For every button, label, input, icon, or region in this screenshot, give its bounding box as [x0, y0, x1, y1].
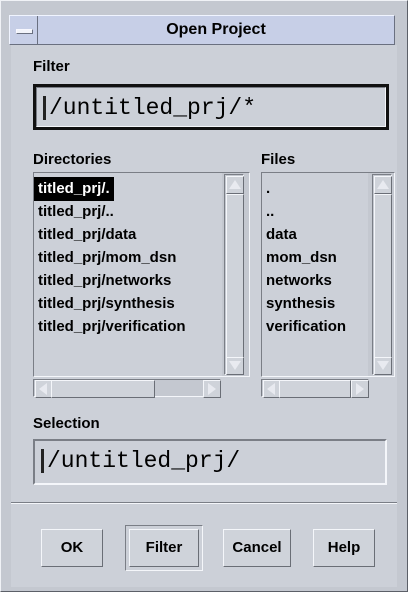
scroll-left-arrow[interactable] — [263, 380, 280, 398]
window-menu-icon — [16, 29, 33, 34]
directory-list-item[interactable]: titled_prj/networks — [34, 269, 222, 293]
separator — [11, 502, 397, 504]
scroll-down-arrow[interactable] — [226, 357, 244, 375]
file-list-item[interactable]: mom_dsn — [262, 246, 368, 270]
filter-input[interactable]: /untitled_prj/* — [33, 84, 389, 130]
scroll-thumb[interactable] — [279, 380, 351, 398]
dialog-body: Filter /untitled_prj/* Directories Files… — [11, 45, 397, 587]
directories-list[interactable]: titled_prj/. titled_prj/.. titled_prj/data… — [34, 173, 222, 376]
directories-panel: titled_prj/. titled_prj/.. titled_prj/data… — [33, 172, 250, 377]
scroll-thumb[interactable] — [226, 194, 244, 358]
file-list-item[interactable]: verification — [262, 315, 368, 339]
filter-input-text: /untitled_prj/* — [49, 95, 257, 121]
files-list[interactable]: ... data mom_dsn networks synthesis verificat… — [262, 173, 368, 376]
file-list-item[interactable]: synthesis — [262, 292, 368, 316]
selection-input[interactable]: /untitled_prj/ — [33, 439, 387, 485]
directory-list-item[interactable]: titled_prj/. — [34, 177, 114, 201]
scroll-left-arrow[interactable] — [35, 380, 52, 398]
window-menu-button[interactable] — [10, 16, 38, 44]
file-list-item[interactable]: data — [262, 223, 368, 247]
directory-list-item[interactable]: titled_prj/data — [34, 223, 222, 247]
scroll-thumb[interactable] — [374, 194, 392, 358]
files-vscrollbar[interactable] — [372, 174, 392, 375]
scroll-up-arrow[interactable] — [374, 176, 392, 194]
window-title: Open Project — [166, 21, 266, 38]
file-list-item[interactable]: networks — [262, 269, 368, 293]
files-hscrollbar[interactable] — [261, 379, 369, 398]
scroll-right-arrow[interactable] — [351, 380, 369, 398]
scroll-up-arrow[interactable] — [226, 176, 244, 194]
directory-list-item[interactable]: titled_prj/.. — [34, 200, 222, 224]
filter-button[interactable]: Filter — [129, 529, 199, 567]
text-cursor — [43, 96, 46, 120]
dialog-window: Open Project Filter /untitled_prj/* Dire… — [0, 0, 408, 592]
title-bar[interactable]: Open Project — [9, 15, 395, 45]
filter-label: Filter — [33, 58, 70, 75]
directories-label: Directories — [33, 151, 112, 168]
file-list-item[interactable]: .. — [262, 200, 368, 224]
directories-vscrollbar[interactable] — [224, 174, 244, 375]
scroll-down-arrow[interactable] — [374, 357, 392, 375]
help-button[interactable]: Help — [313, 529, 375, 567]
files-panel: ... data mom_dsn networks synthesis verificat… — [261, 172, 395, 377]
selection-label: Selection — [33, 415, 100, 432]
directory-list-item[interactable]: titled_prj/synthesis — [34, 292, 222, 316]
file-list-item[interactable]: . — [262, 177, 368, 201]
text-cursor — [41, 449, 44, 473]
files-label: Files — [261, 151, 296, 168]
directories-hscrollbar[interactable] — [33, 379, 221, 398]
scroll-thumb[interactable] — [51, 380, 155, 398]
ok-button[interactable]: OK — [41, 529, 103, 567]
selection-input-text: /untitled_prj/ — [47, 448, 241, 474]
scroll-right-arrow[interactable] — [203, 380, 221, 398]
directory-list-item[interactable]: titled_prj/verification — [34, 315, 222, 339]
cancel-button[interactable]: Cancel — [223, 529, 291, 567]
directory-list-item[interactable]: titled_prj/mom_dsn — [34, 246, 222, 270]
